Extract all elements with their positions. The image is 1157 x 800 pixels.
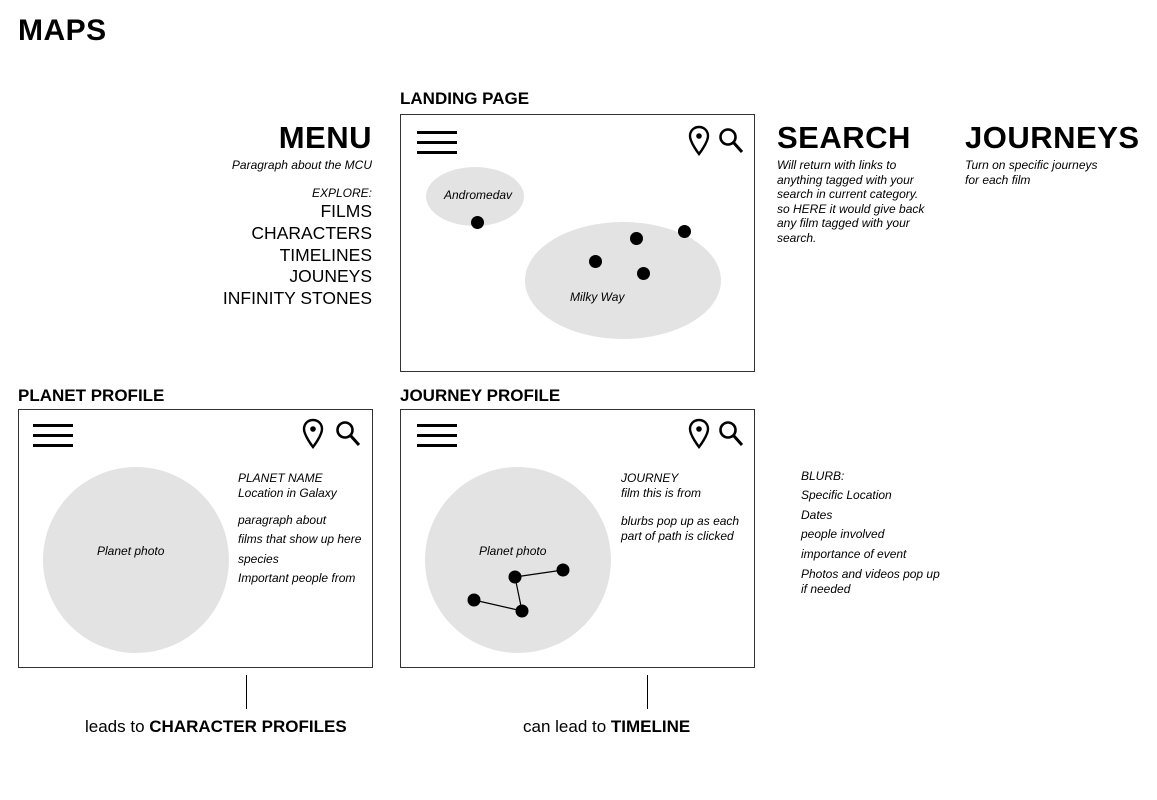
search-icon[interactable] [718,127,744,155]
footer-prefix: can lead to [523,717,611,736]
menu-item-characters[interactable]: CHARACTERS [223,223,372,245]
journey-blurb-note: blurbs pop up as each part of path is cl… [621,514,740,543]
location-dot[interactable] [630,232,643,245]
search-description: Will return with links to anything tagge… [777,158,925,245]
planet-photo-label: Planet photo [97,544,165,558]
menu-item-films[interactable]: FILMS [223,201,372,223]
milky-way-galaxy[interactable] [525,222,721,339]
hamburger-menu-icon[interactable] [417,131,457,154]
footer-link-character-profiles[interactable]: CHARACTER PROFILES [149,717,346,736]
planet-detail-line: species [238,551,279,566]
blurb-item: Photos and videos pop up if needed [801,567,940,596]
journeys-block: JOURNEYS Turn on specific journeys for e… [965,122,1140,187]
journey-path[interactable] [456,560,586,620]
hamburger-menu-icon[interactable] [417,424,457,447]
footer-character-profiles: leads to CHARACTER PROFILES [85,717,347,737]
footer-link-timeline[interactable]: TIMELINE [611,717,690,736]
menu-item-journeys[interactable]: JOUNEYS [223,266,372,288]
location-dot[interactable] [678,225,691,238]
journey-title: JOURNEY film this is from [621,471,702,500]
connector-line [647,675,648,709]
menu-paragraph: Paragraph about the MCU [231,158,372,172]
footer-timeline: can lead to TIMELINE [523,717,690,737]
connector-line [246,675,247,709]
andromeda-label: Andromedav [444,188,513,202]
blurb-item: people involved [801,527,885,542]
planet-detail-line: Important people from [238,571,356,586]
blurb-label: BLURB: [801,469,845,483]
milky-way-label: Milky Way [570,290,625,304]
journey-profile-label: JOURNEY PROFILE [400,386,561,405]
journeys-heading: JOURNEYS [965,120,1140,155]
planet-name: PLANET NAME Location in Galaxy [238,471,337,500]
menu-item-timelines[interactable]: TIMELINES [223,245,372,267]
footer-prefix: leads to [85,717,150,736]
planet-details: paragraph about films that show up here … [238,511,361,589]
planet-detail-line: paragraph about [238,513,327,527]
landing-page-frame: Andromedav Milky Way [400,114,755,372]
search-heading: SEARCH [777,120,911,155]
landing-page-label: LANDING PAGE [400,89,530,108]
blurb-item: Specific Location [801,488,892,503]
search-icon[interactable] [335,420,361,448]
search-block: SEARCH Will return with links to anythin… [777,122,924,245]
journey-profile-frame: Planet photo JOURNEY film this is from b… [400,409,755,668]
menu-heading: MENU [278,120,372,155]
page-title: MAPS [18,14,107,47]
blurb-item: Dates [801,507,833,522]
explore-label: EXPLORE: [311,186,372,200]
menu-item-infinity-stones[interactable]: INFINITY STONES [223,288,372,310]
planet-detail-line: films that show up here [238,532,362,547]
map-pin-icon[interactable] [688,418,710,450]
planet-photo[interactable] [43,467,229,653]
map-pin-icon[interactable] [688,125,710,157]
planet-photo-label: Planet photo [479,544,547,558]
blurb-block: BLURB: Specific Location Dates people in… [801,467,940,596]
planet-profile-frame: Planet photo PLANET NAME Location in Gal… [18,409,373,668]
menu-block: MENU Paragraph about the MCU EXPLORE: FI… [223,122,372,310]
location-dot[interactable] [471,216,484,229]
planet-profile-label: PLANET PROFILE [18,386,165,405]
blurb-item: importance of event [801,546,907,561]
map-pin-icon[interactable] [302,418,324,450]
hamburger-menu-icon[interactable] [33,424,73,447]
location-dot[interactable] [637,267,650,280]
location-dot[interactable] [589,255,602,268]
journeys-description: Turn on specific journeys for each film [965,158,1098,187]
search-icon[interactable] [718,420,744,448]
